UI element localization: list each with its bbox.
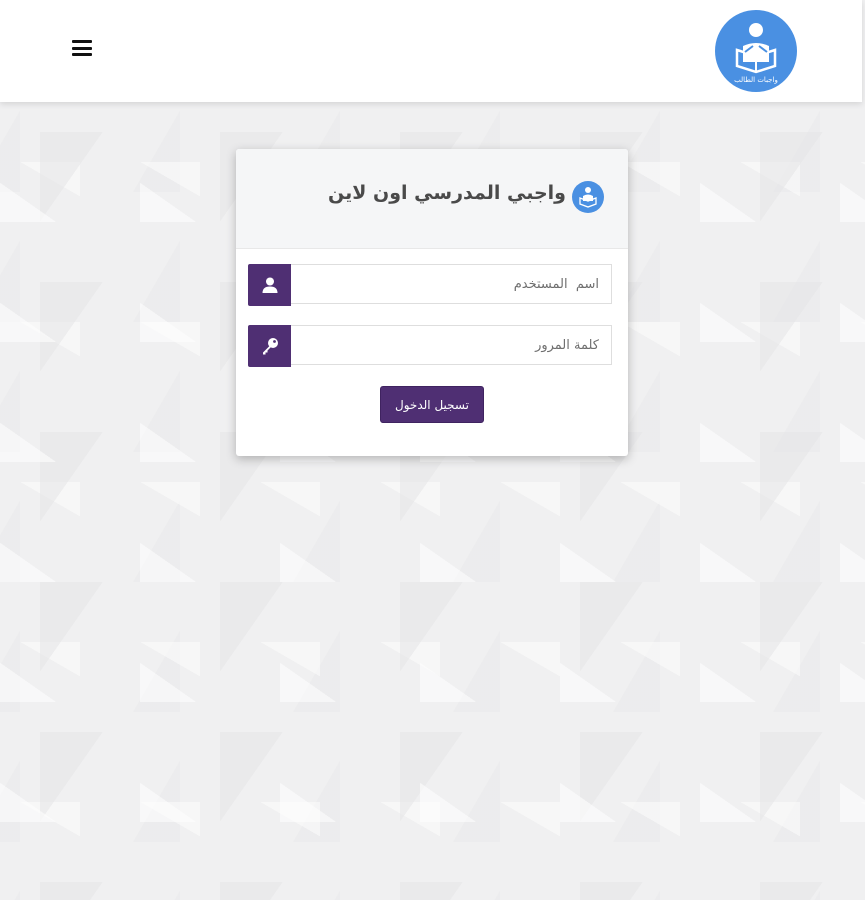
key-icon [248,325,291,367]
student-reading-book-icon [572,181,604,213]
login-card: واجبي المدرسي اون لاين تسج [236,149,628,456]
username-row [248,264,614,306]
student-reading-book-icon: واجبات الطالب [734,23,778,84]
top-navbar: واجبات الطالب [0,0,862,102]
username-input[interactable] [291,264,612,304]
logo-caption: واجبات الطالب [734,76,778,84]
password-input[interactable] [291,325,612,365]
login-card-header: واجبي المدرسي اون لاين [236,149,628,249]
site-logo[interactable]: واجبات الطالب [715,10,797,92]
login-submit-button[interactable]: تسجيل الدخول [380,386,484,423]
user-icon [248,264,291,306]
password-row [248,325,614,367]
hamburger-menu-icon[interactable] [72,40,92,56]
login-title: واجبي المدرسي اون لاين [328,182,566,204]
